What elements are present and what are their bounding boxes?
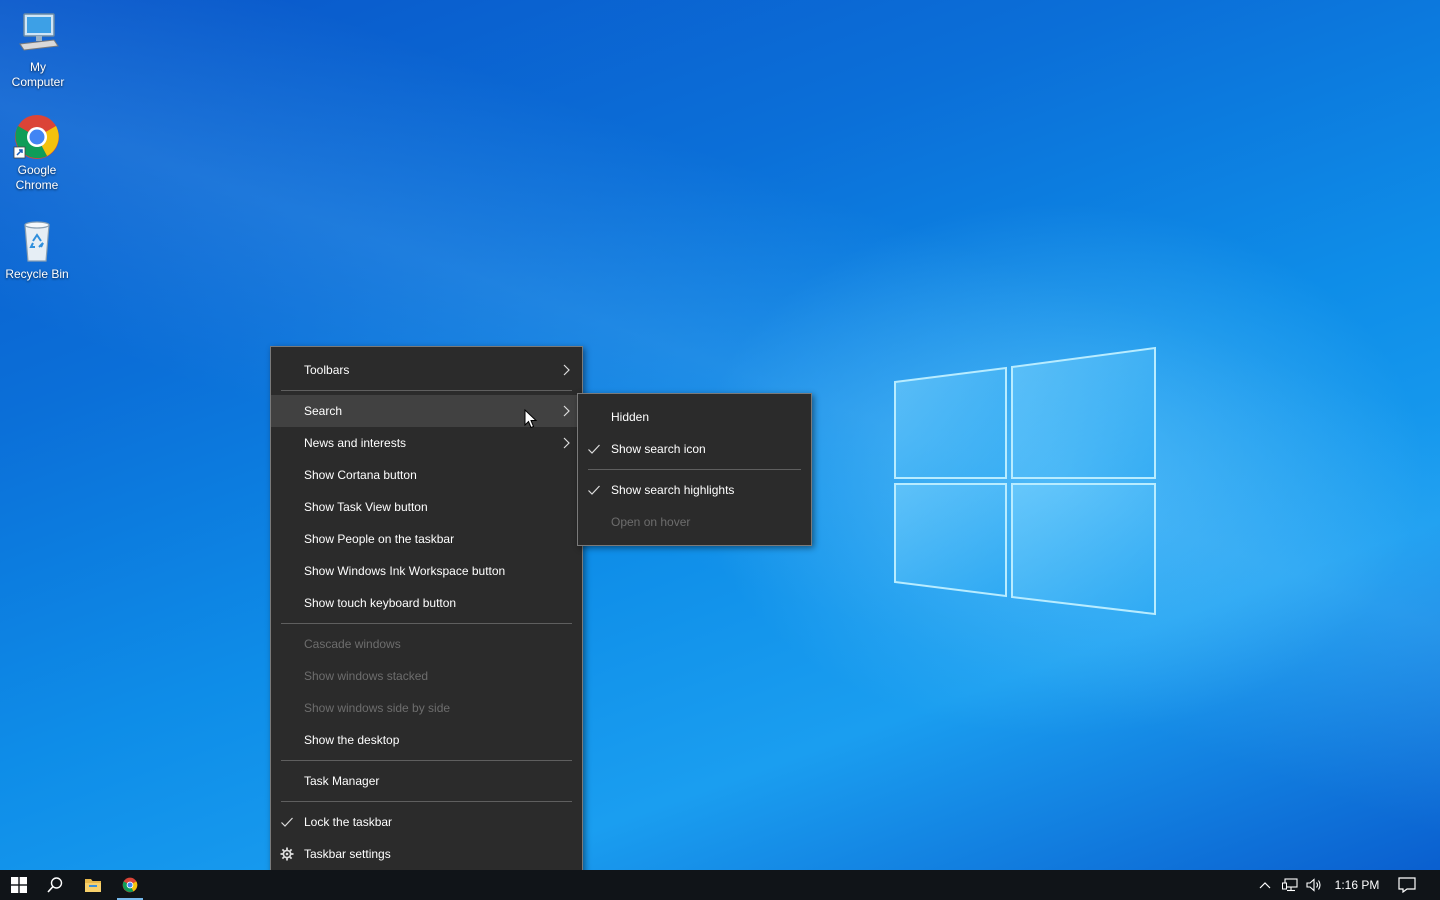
menu-item-label: Task Manager — [304, 774, 380, 788]
menu-item-task-manager[interactable]: Task Manager — [271, 765, 582, 797]
desktop-icon-label: My Computer — [11, 60, 65, 89]
desktop-icon-my-computer[interactable]: My Computer — [1, 10, 75, 90]
gear-icon — [280, 847, 294, 861]
menu-item-lock-the-taskbar[interactable]: Lock the taskbar — [271, 806, 582, 838]
menu-item-label: Show search icon — [611, 442, 706, 456]
menu-item-taskbar-settings[interactable]: Taskbar settings — [271, 838, 582, 870]
desktop-icon-recycle-bin[interactable]: Recycle Bin — [0, 217, 74, 282]
mouse-cursor-icon — [524, 409, 538, 429]
desktop-icon-label: Recycle Bin — [5, 267, 69, 281]
menu-item-label: Open on hover — [611, 515, 691, 529]
clock-time: 1:16 PM — [1334, 878, 1380, 892]
menu-item-label: Show Windows Ink Workspace button — [304, 564, 506, 578]
menu-item-toolbars[interactable]: Toolbars — [271, 354, 582, 386]
menu-item-show-cortana-button[interactable]: Show Cortana button — [271, 459, 582, 491]
menu-item-show-ink-workspace[interactable]: Show Windows Ink Workspace button — [271, 555, 582, 587]
chevron-right-icon — [563, 405, 570, 417]
submenu-item-hidden[interactable]: Hidden — [578, 401, 811, 433]
chevron-right-icon — [563, 437, 570, 449]
checkmark-icon — [281, 817, 293, 827]
menu-item-label: Show the desktop — [304, 733, 400, 747]
windows-logo-wallpaper — [894, 346, 1156, 616]
taskbar-file-explorer[interactable] — [74, 870, 112, 900]
submenu-item-show-search-highlights[interactable]: Show search highlights — [578, 474, 811, 506]
chrome-icon — [122, 877, 138, 893]
file-explorer-icon — [85, 879, 101, 892]
menu-separator — [281, 390, 572, 391]
menu-item-show-windows-side-by-side: Show windows side by side — [271, 692, 582, 724]
menu-item-label: Show windows side by side — [304, 701, 451, 715]
computer-icon — [14, 10, 62, 58]
menu-item-label: Show search highlights — [611, 483, 735, 497]
menu-item-news-and-interests[interactable]: News and interests — [271, 427, 582, 459]
submenu-item-show-search-icon[interactable]: Show search icon — [578, 433, 811, 465]
speaker-icon — [1306, 878, 1321, 892]
menu-separator — [281, 801, 572, 802]
taskbar-chrome[interactable] — [111, 870, 149, 900]
volume-button[interactable] — [1300, 870, 1328, 900]
menu-item-show-windows-stacked: Show windows stacked — [271, 660, 582, 692]
submenu-item-open-on-hover: Open on hover — [578, 506, 811, 538]
menu-item-cascade-windows: Cascade windows — [271, 628, 582, 660]
chrome-icon — [13, 113, 61, 161]
checkmark-icon — [588, 444, 600, 454]
menu-item-label: Cascade windows — [304, 637, 401, 651]
start-button[interactable] — [0, 870, 38, 900]
menu-item-show-the-desktop[interactable]: Show the desktop — [271, 724, 582, 756]
start-icon — [11, 877, 27, 893]
menu-separator — [281, 760, 572, 761]
recycle-bin-icon — [13, 217, 61, 265]
search-submenu: Hidden Show search icon Show search high… — [577, 393, 812, 546]
notification-icon — [1398, 877, 1416, 893]
menu-item-label: Toolbars — [304, 363, 350, 377]
checkmark-icon — [588, 485, 600, 495]
menu-item-label: News and interests — [304, 436, 407, 450]
desktop-icon-google-chrome[interactable]: Google Chrome — [0, 113, 74, 193]
taskbar-clock[interactable]: 1:16 PM — [1328, 870, 1386, 900]
menu-item-show-people[interactable]: Show People on the taskbar — [271, 523, 582, 555]
taskbar-search-button[interactable] — [36, 870, 74, 900]
menu-item-label: Show windows stacked — [304, 669, 429, 683]
network-icon — [1282, 878, 1298, 892]
menu-item-show-task-view-button[interactable]: Show Task View button — [271, 491, 582, 523]
desktop-icon-label: Google Chrome — [15, 163, 59, 192]
menu-item-label: Show touch keyboard button — [304, 596, 457, 610]
menu-item-label: Search — [304, 404, 343, 418]
taskbar: 1:16 PM — [0, 870, 1440, 900]
chevron-up-icon — [1259, 882, 1271, 889]
menu-item-label: Taskbar settings — [304, 847, 391, 861]
menu-separator — [281, 623, 572, 624]
menu-item-show-touch-keyboard[interactable]: Show touch keyboard button — [271, 587, 582, 619]
menu-item-label: Show Task View button — [304, 500, 428, 514]
menu-separator — [588, 469, 801, 470]
menu-item-label: Lock the taskbar — [304, 815, 393, 829]
chevron-right-icon — [563, 364, 570, 376]
menu-item-label: Show Cortana button — [304, 468, 417, 482]
action-center-button[interactable] — [1390, 870, 1424, 900]
menu-item-label: Show People on the taskbar — [304, 532, 455, 546]
search-icon — [47, 877, 63, 893]
menu-item-label: Hidden — [611, 410, 650, 424]
